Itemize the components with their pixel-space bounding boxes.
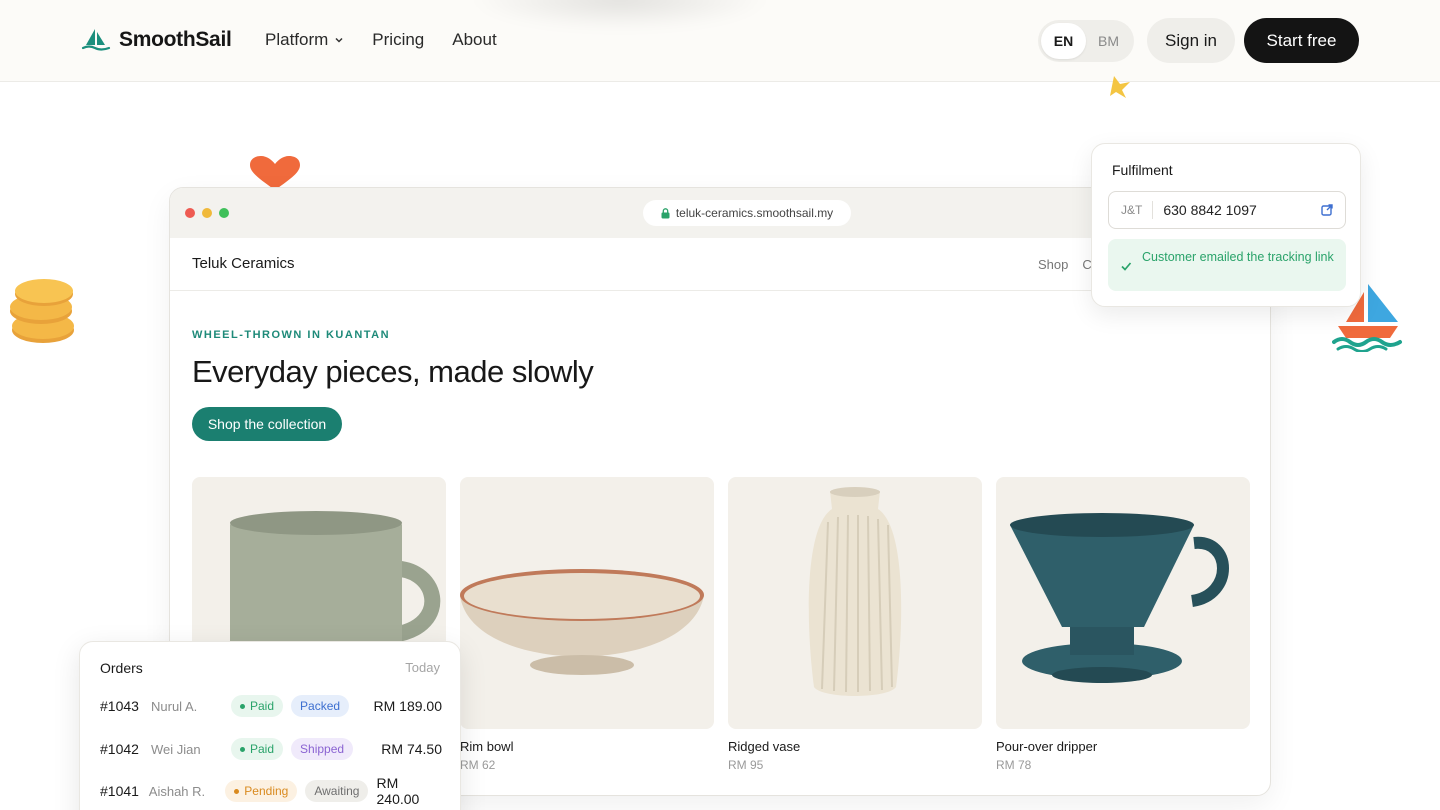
- nav-link-label: About: [452, 30, 497, 49]
- order-customer: Wei Jian: [151, 741, 201, 757]
- fulfilment-badge: Awaiting: [305, 780, 369, 802]
- carrier-label: J&T: [1109, 201, 1154, 219]
- orders-title: Orders: [100, 660, 143, 676]
- nav-links: Platform Pricing About: [265, 30, 497, 50]
- orders-card: Orders Today #1043 Nurul A. Paid Packed …: [79, 641, 461, 810]
- product-image[interactable]: [996, 477, 1250, 729]
- check-icon: [1121, 262, 1132, 271]
- fulfilment-badge: Shipped: [291, 738, 354, 760]
- order-customer: Aishah R.: [148, 783, 206, 799]
- product-name: Ridged vase: [728, 739, 801, 754]
- nav-glow-decoration: [470, 0, 770, 30]
- sailboat-logo-icon: [81, 29, 111, 51]
- status-dot: [234, 788, 240, 794]
- order-customer: Nurul A.: [151, 698, 198, 714]
- chevron-down-icon: [335, 37, 343, 43]
- email-confirmation-note: Customer emailed the tracking link: [1108, 239, 1346, 291]
- product-card-rim-bowl[interactable]: Rim bowl RM 62: [460, 477, 714, 772]
- order-id: #1042: [100, 741, 139, 757]
- tracking-number: 630 8842 1097: [1163, 202, 1257, 218]
- nav-link-label: Platform: [265, 30, 329, 49]
- tracking-number-field[interactable]: J&T 630 8842 1097: [1108, 191, 1346, 229]
- store-menu-shop[interactable]: Shop: [1038, 257, 1068, 272]
- order-total: RM 240.00: [376, 775, 420, 807]
- product-card-ridged-vase[interactable]: Ridged vase RM 95: [728, 477, 982, 772]
- product-price: RM 78: [996, 758, 1032, 772]
- email-note-text: Customer emailed the tracking link: [1142, 250, 1334, 264]
- url-text: teluk-ceramics.smoothsail.my: [675, 206, 834, 220]
- dripper-icon: [1010, 513, 1229, 683]
- external-link-icon[interactable]: [1321, 204, 1333, 216]
- window-close-dot[interactable]: [185, 208, 195, 218]
- order-row[interactable]: #1042 Wei Jian Paid Shipped RM 74.50: [100, 737, 442, 761]
- payment-status: Paid: [250, 699, 275, 713]
- vase-icon: [808, 487, 902, 696]
- product-card-pour-over-dripper[interactable]: Pour-over dripper RM 78: [996, 477, 1250, 772]
- start-free-button[interactable]: Start free: [1244, 18, 1359, 63]
- store-menu: Shop C: [1038, 257, 1092, 272]
- language-toggle: EN BM: [1038, 20, 1134, 62]
- product-price: RM 95: [728, 758, 764, 772]
- product-name: Rim bowl: [460, 739, 514, 754]
- status-dot: [240, 703, 245, 709]
- payment-status: Pending: [244, 784, 289, 798]
- sign-in-button[interactable]: Sign in: [1147, 18, 1235, 63]
- language-option-bm[interactable]: BM: [1086, 23, 1131, 59]
- bowl-icon: [460, 569, 704, 675]
- nav-link-platform[interactable]: Platform: [265, 30, 344, 50]
- fulfilment-card: Fulfilment J&T 630 8842 1097 Customer em…: [1091, 143, 1361, 307]
- hero-headline: Everyday pieces, made slowly: [192, 354, 594, 389]
- language-option-en[interactable]: EN: [1041, 23, 1086, 59]
- window-maximize-dot[interactable]: [219, 208, 229, 218]
- payment-badge: Paid: [231, 738, 284, 760]
- order-total: RM 74.50: [381, 741, 442, 757]
- payment-status: Paid: [250, 742, 275, 756]
- star-decoration-icon: [1110, 76, 1130, 98]
- window-minimize-dot[interactable]: [202, 208, 212, 218]
- order-row[interactable]: #1043 Nurul A. Paid Packed RM 189.00: [100, 694, 442, 718]
- brand-logo[interactable]: SmoothSail: [81, 27, 232, 53]
- payment-badge: Pending: [225, 780, 298, 802]
- nav-link-about[interactable]: About: [452, 30, 496, 50]
- coins-decoration-icon: [10, 279, 74, 343]
- address-bar[interactable]: teluk-ceramics.smoothsail.my: [643, 200, 851, 226]
- hero-eyebrow: WHEEL-THROWN IN KUANTAN: [192, 329, 391, 341]
- payment-badge: Paid: [231, 695, 284, 717]
- nav-link-pricing[interactable]: Pricing: [372, 30, 424, 50]
- lock-icon: [661, 207, 670, 218]
- orders-date: Today: [405, 660, 440, 675]
- product-price: RM 62: [460, 758, 496, 772]
- order-id: #1043: [100, 698, 139, 714]
- fulfilment-title: Fulfilment: [1112, 162, 1173, 178]
- order-id: #1041: [100, 783, 139, 799]
- top-nav: SmoothSail Platform Pricing About EN BM …: [0, 0, 1440, 82]
- order-row[interactable]: #1041 Aishah R. Pending Awaiting RM 240.…: [100, 775, 442, 807]
- order-total: RM 189.00: [373, 698, 442, 714]
- product-image[interactable]: [460, 477, 714, 729]
- brand-name: SmoothSail: [119, 28, 232, 51]
- heart-decoration-icon: [250, 156, 300, 190]
- fulfilment-badge: Packed: [291, 695, 350, 717]
- status-dot: [240, 746, 245, 752]
- product-name: Pour-over dripper: [996, 739, 1098, 754]
- store-name: Teluk Ceramics: [192, 255, 295, 272]
- product-image[interactable]: [728, 477, 982, 729]
- shop-collection-button[interactable]: Shop the collection: [192, 407, 342, 441]
- nav-link-label: Pricing: [372, 30, 425, 49]
